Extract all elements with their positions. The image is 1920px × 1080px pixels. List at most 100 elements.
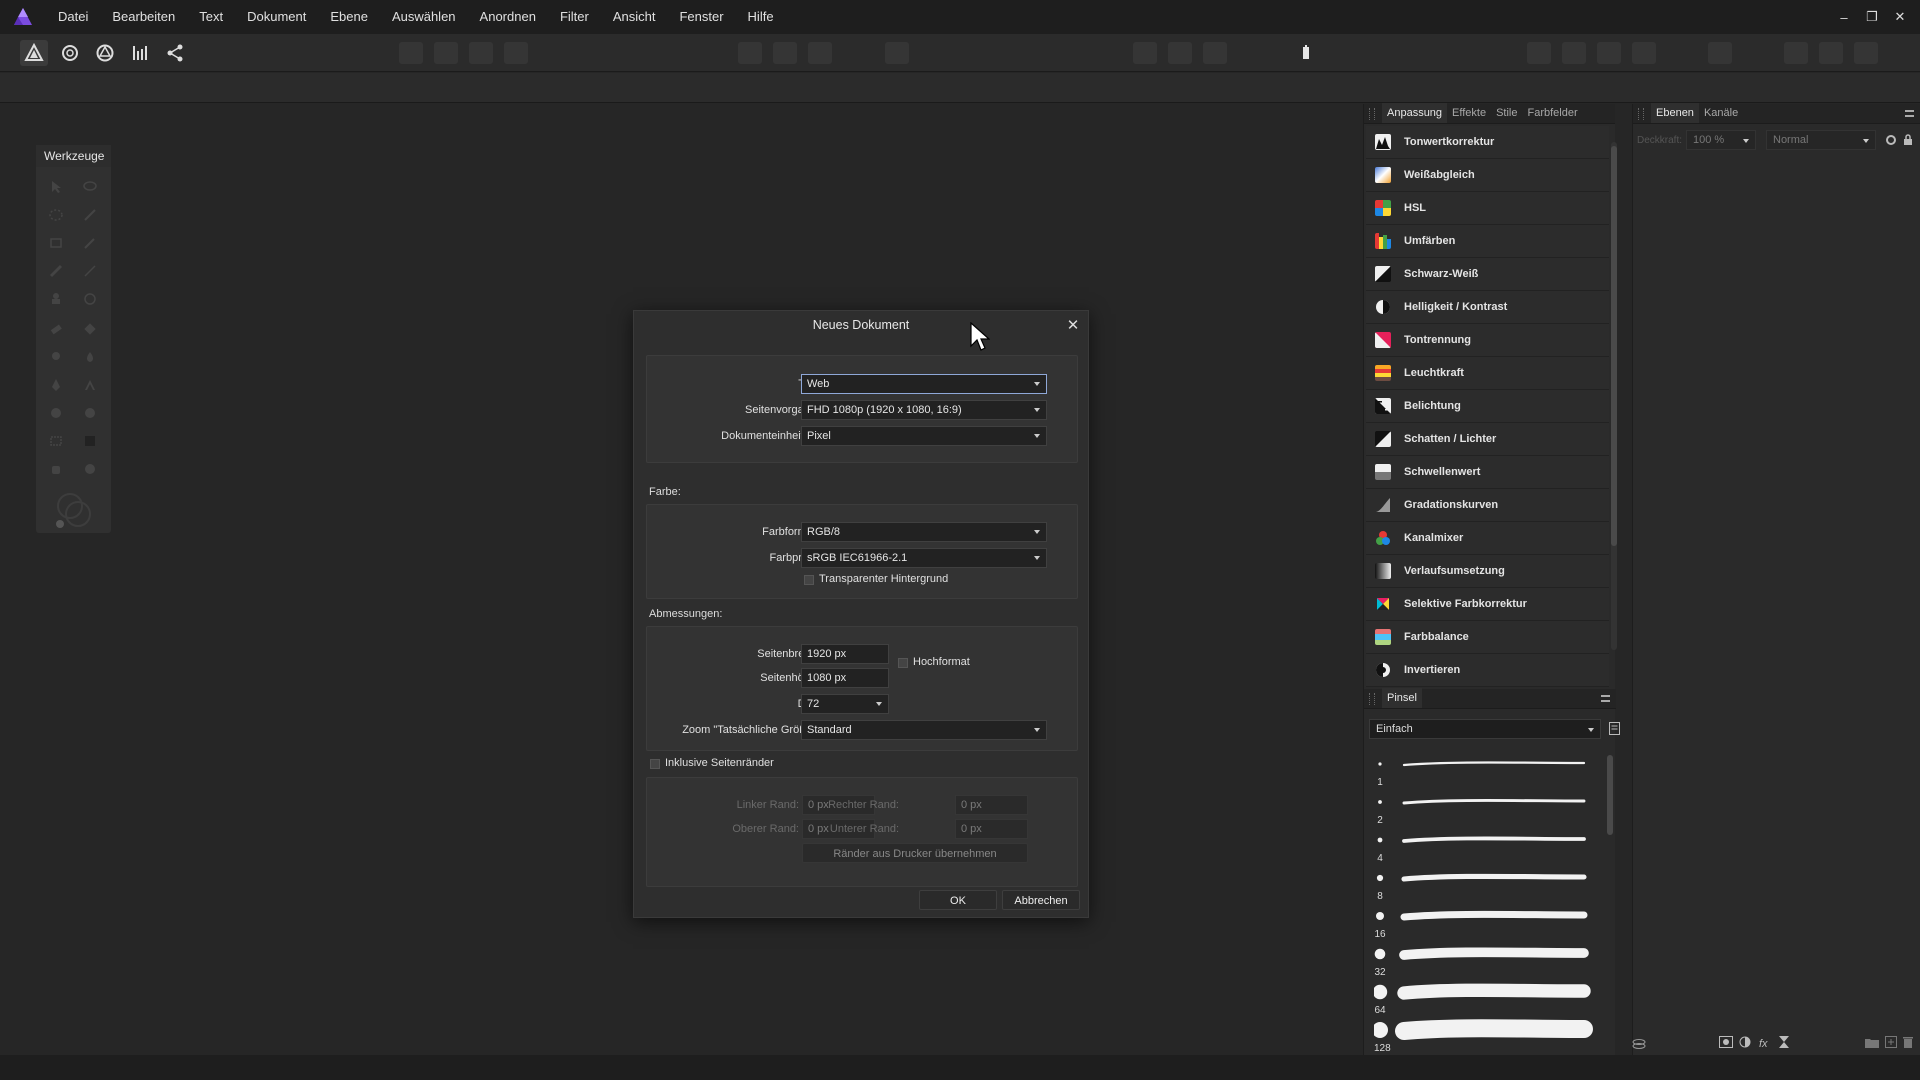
menu-fenster[interactable]: Fenster [667, 0, 735, 34]
tab-stile[interactable]: Stile [1491, 103, 1522, 123]
panel-menu-icon[interactable] [1905, 110, 1914, 117]
quick-mask-button[interactable] [885, 42, 909, 64]
margin-right-input[interactable]: 0 px [955, 795, 1028, 815]
blur-tool-icon[interactable] [78, 345, 102, 369]
photo-persona-button[interactable] [20, 40, 48, 66]
margin-bottom-input[interactable]: 0 px [955, 819, 1028, 839]
affinity-photo-logo-icon[interactable] [12, 6, 34, 28]
tab-farbfelder[interactable]: Farbfelder [1523, 103, 1583, 123]
export-persona-button[interactable] [161, 40, 189, 66]
brush-preset-item[interactable]: 64 [1374, 979, 1599, 1017]
ok-button[interactable]: OK [919, 890, 997, 910]
minimize-button[interactable]: – [1830, 3, 1858, 31]
auto-colors-button[interactable] [469, 42, 493, 64]
adjustment-item-leuchtkraft[interactable]: Leuchtkraft [1366, 357, 1609, 390]
selection-mode-button-2[interactable] [773, 42, 797, 64]
include-margins-checkbox[interactable] [650, 759, 660, 769]
menu-text[interactable]: Text [187, 0, 235, 34]
dodge-tool-icon[interactable] [44, 345, 68, 369]
panel-grip-icon[interactable] [1369, 693, 1375, 705]
erase-tool-icon[interactable] [44, 317, 68, 341]
menu-datei[interactable]: Datei [46, 0, 100, 34]
menu-auswaehlen[interactable]: Auswählen [380, 0, 468, 34]
color-swatch-icon[interactable] [54, 490, 94, 530]
close-icon[interactable]: ✕ [1064, 317, 1082, 335]
brush-category-select[interactable]: Einfach [1369, 719, 1601, 739]
tone-mapping-persona-button[interactable] [126, 40, 154, 66]
auto-white-balance-button[interactable] [504, 42, 528, 64]
arrange-button-2[interactable] [1203, 42, 1227, 64]
brush-preset-item[interactable]: 1 [1374, 751, 1599, 789]
page-preset-select[interactable]: FHD 1080p (1920 x 1080, 16:9) [801, 400, 1047, 420]
opacity-select[interactable]: 100 % [1686, 130, 1756, 150]
cancel-button[interactable]: Abbrechen [1002, 890, 1080, 910]
tab-ebenen[interactable]: Ebenen [1651, 103, 1699, 123]
brush-preset-item[interactable]: 8 [1374, 865, 1599, 903]
auto-levels-button[interactable] [399, 42, 423, 64]
menu-ebene[interactable]: Ebene [318, 0, 380, 34]
pixel-tool-icon[interactable] [78, 259, 102, 283]
adjustment-item-selektive-farbkorrektur[interactable]: Selektive Farbkorrektur [1366, 588, 1609, 621]
fx-icon[interactable]: fx [1759, 1038, 1768, 1050]
adjustment-item-schwellenwert[interactable]: Schwellenwert [1366, 456, 1609, 489]
move-tool-icon[interactable] [44, 175, 68, 199]
liquify-persona-button[interactable] [56, 40, 84, 66]
tab-kanaele[interactable]: Kanäle [1699, 103, 1743, 123]
printer-margins-button[interactable]: Ränder aus Drucker übernehmen [802, 843, 1028, 863]
healing-tool-icon[interactable] [78, 287, 102, 311]
selection-mode-button-1[interactable] [738, 42, 762, 64]
snapping-button[interactable] [1133, 42, 1157, 64]
menu-ansicht[interactable]: Ansicht [601, 0, 668, 34]
panel-grip-icon[interactable] [1638, 108, 1644, 120]
hand-tool-icon[interactable] [44, 457, 68, 481]
brush-scrollbar-thumb[interactable] [1607, 755, 1613, 835]
layer-action-button-1[interactable] [1527, 42, 1551, 64]
assistant-button[interactable] [1292, 40, 1320, 66]
restore-button[interactable]: ❐ [1858, 3, 1886, 31]
selection-mode-button-3[interactable] [808, 42, 832, 64]
marquee-tool-icon[interactable] [44, 203, 68, 227]
paint-brush-tool-icon[interactable] [44, 259, 68, 283]
menu-hilfe[interactable]: Hilfe [736, 0, 786, 34]
page-width-input[interactable]: 1920 px [801, 644, 889, 664]
mask-icon[interactable] [1719, 1036, 1733, 1051]
panel-grip-icon[interactable] [1369, 108, 1375, 120]
clone-tool-icon[interactable] [44, 287, 68, 311]
close-window-button[interactable]: ✕ [1886, 3, 1914, 31]
boolean-button-1[interactable] [1784, 42, 1808, 64]
adjustment-item-gradationskurven[interactable]: Gradationskurven [1366, 489, 1609, 522]
color-profile-select[interactable]: sRGB IEC61966-2.1 [801, 548, 1047, 568]
mesh-warp-tool-icon[interactable] [44, 429, 68, 453]
transparent-background-checkbox[interactable] [804, 575, 814, 585]
rectangle-tool-icon[interactable] [78, 401, 102, 425]
boolean-button-3[interactable] [1854, 42, 1878, 64]
menu-filter[interactable]: Filter [548, 0, 601, 34]
adjustment-layer-icon[interactable] [1739, 1036, 1751, 1051]
arrange-button-1[interactable] [1168, 42, 1192, 64]
adjustment-scrollbar-thumb[interactable] [1611, 146, 1617, 546]
trash-icon[interactable] [1903, 1036, 1913, 1051]
adjustment-item-helligkeit-kontrast[interactable]: Helligkeit / Kontrast [1366, 291, 1609, 324]
document-units-select[interactable]: Pixel [801, 426, 1047, 446]
portrait-checkbox[interactable] [898, 658, 908, 668]
adjustment-item-hsl[interactable]: HSL [1366, 192, 1609, 225]
tab-anpassung[interactable]: Anpassung [1382, 103, 1448, 123]
adjustment-item-schatten-lichter[interactable]: Schatten / Lichter [1366, 423, 1609, 456]
new-layer-icon[interactable] [1885, 1036, 1897, 1051]
dpi-select[interactable]: 72 [801, 694, 889, 714]
panel-menu-icon[interactable] [1601, 695, 1610, 702]
crop-tool-icon[interactable] [44, 231, 68, 255]
type-select[interactable]: Web [801, 374, 1047, 394]
adjustment-item-farbbalance[interactable]: Farbbalance [1366, 621, 1609, 654]
adjustment-item-umfaerben[interactable]: Umfärben [1366, 225, 1609, 258]
layer-action-button-2[interactable] [1562, 42, 1586, 64]
adjustment-item-belichtung[interactable]: Belichtung [1366, 390, 1609, 423]
adjustment-item-tontrennung[interactable]: Tontrennung [1366, 324, 1609, 357]
lock-icon[interactable] [1903, 134, 1913, 146]
gradient-tool-icon[interactable] [78, 429, 102, 453]
gear-icon[interactable] [1885, 134, 1897, 146]
brush-preset-item[interactable]: 32 [1374, 941, 1599, 979]
brush-preset-item[interactable]: 128 [1374, 1017, 1599, 1055]
blend-mode-select[interactable]: Normal [1766, 130, 1876, 150]
menu-bearbeiten[interactable]: Bearbeiten [100, 0, 187, 34]
